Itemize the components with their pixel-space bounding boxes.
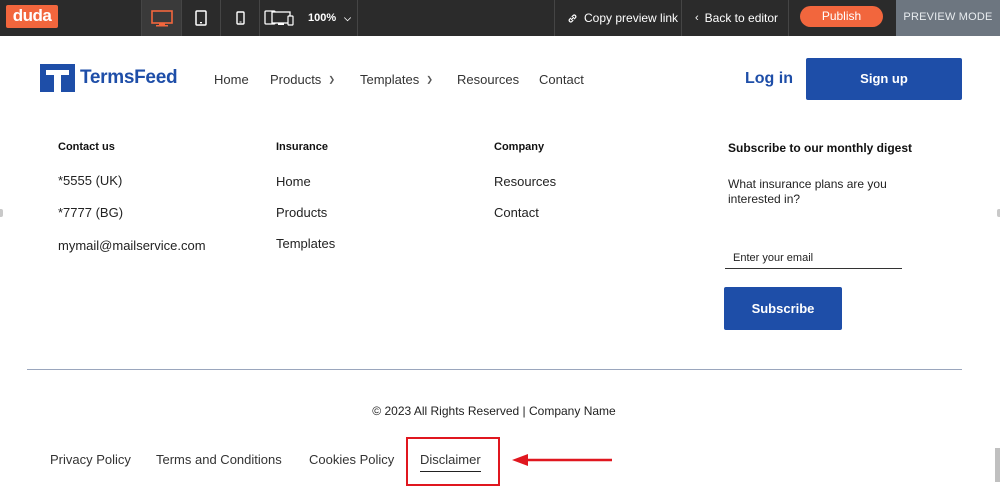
footer-divider	[27, 369, 962, 370]
chevron-left-icon: ‹	[695, 11, 699, 24]
duda-logo: duda	[6, 5, 58, 28]
preview-mode-indicator: PREVIEW MODE	[896, 0, 1000, 36]
toolbar-divider	[554, 0, 555, 36]
all-devices-view-button[interactable]	[260, 0, 298, 36]
disclaimer-highlight-box	[406, 437, 500, 486]
multi-device-icon	[264, 10, 294, 26]
copyright-text: © 2023 All Rights Reserved | Company Nam…	[372, 404, 616, 418]
copy-preview-link-button[interactable]: Copy preview link	[567, 0, 678, 36]
footer-link-home[interactable]: Home	[276, 174, 311, 189]
privacy-policy-link[interactable]: Privacy Policy	[50, 452, 131, 467]
tablet-view-button[interactable]	[182, 0, 220, 36]
termsfeed-logo-icon	[40, 64, 75, 92]
link-icon	[568, 13, 577, 23]
nav-templates-label: Templates	[360, 72, 420, 87]
cookies-policy-link[interactable]: Cookies Policy	[309, 452, 394, 467]
back-to-editor-label: Back to editor	[704, 10, 779, 25]
footer-link-resources[interactable]: Resources	[494, 174, 556, 189]
brand-name: TermsFeed	[80, 67, 178, 88]
desktop-view-button[interactable]	[142, 0, 181, 36]
subscribe-button[interactable]: Subscribe	[724, 287, 842, 330]
nav-resources[interactable]: Resources	[457, 72, 519, 87]
subscribe-question: What insurance plans are you interested …	[728, 177, 887, 206]
signup-button[interactable]: Sign up	[806, 58, 962, 100]
contact-heading: Contact us	[58, 141, 115, 153]
copy-preview-link-label: Copy preview link	[584, 10, 679, 25]
nav-contact[interactable]: Contact	[539, 72, 584, 87]
brand-logo[interactable]: TermsFeed	[40, 64, 178, 92]
contact-email: mymail@mailservice.com	[58, 238, 206, 253]
footer-link-contact[interactable]: Contact	[494, 205, 539, 220]
phone-uk: *5555 (UK)	[58, 173, 123, 188]
nav-products-label: Products	[270, 72, 322, 87]
zoom-dropdown[interactable]: 100% ⌵	[308, 0, 351, 36]
chevron-down-icon: ⌵	[344, 13, 351, 23]
footer-link-products[interactable]: Products	[276, 205, 327, 220]
mobile-view-button[interactable]	[221, 0, 259, 36]
footer-link-templates[interactable]: Templates	[276, 236, 335, 251]
toolbar-divider	[357, 0, 358, 36]
email-input[interactable]	[725, 247, 902, 269]
company-heading: Company	[494, 141, 545, 153]
insurance-heading: Insurance	[276, 141, 328, 153]
login-link[interactable]: Log in	[745, 70, 793, 88]
back-to-editor-button[interactable]: ‹ Back to editor	[695, 0, 778, 36]
publish-button[interactable]: Publish	[800, 6, 883, 27]
tablet-icon	[195, 10, 207, 26]
nav-home[interactable]: Home	[214, 72, 249, 87]
desktop-icon	[150, 9, 173, 26]
red-arrow-icon	[512, 454, 612, 466]
nav-products[interactable]: Products ❯	[270, 72, 335, 87]
terms-and-conditions-link[interactable]: Terms and Conditions	[156, 452, 282, 467]
zoom-value: 100%	[308, 12, 337, 24]
left-resize-handle[interactable]	[0, 209, 3, 217]
scrollbar[interactable]	[995, 448, 1000, 482]
chevron-down-icon: ❯	[328, 75, 336, 84]
phone-bg: *7777 (BG)	[58, 205, 124, 220]
editor-toolbar: duda 100% ⌵ Copy preview link ‹ Back to e…	[0, 0, 1000, 36]
chevron-down-icon: ❯	[426, 75, 433, 84]
toolbar-divider	[788, 0, 789, 36]
nav-templates[interactable]: Templates ❯	[360, 72, 433, 87]
subscribe-heading: Subscribe to our monthly digest	[728, 141, 913, 155]
toolbar-divider	[681, 0, 682, 36]
mobile-icon	[235, 11, 245, 25]
